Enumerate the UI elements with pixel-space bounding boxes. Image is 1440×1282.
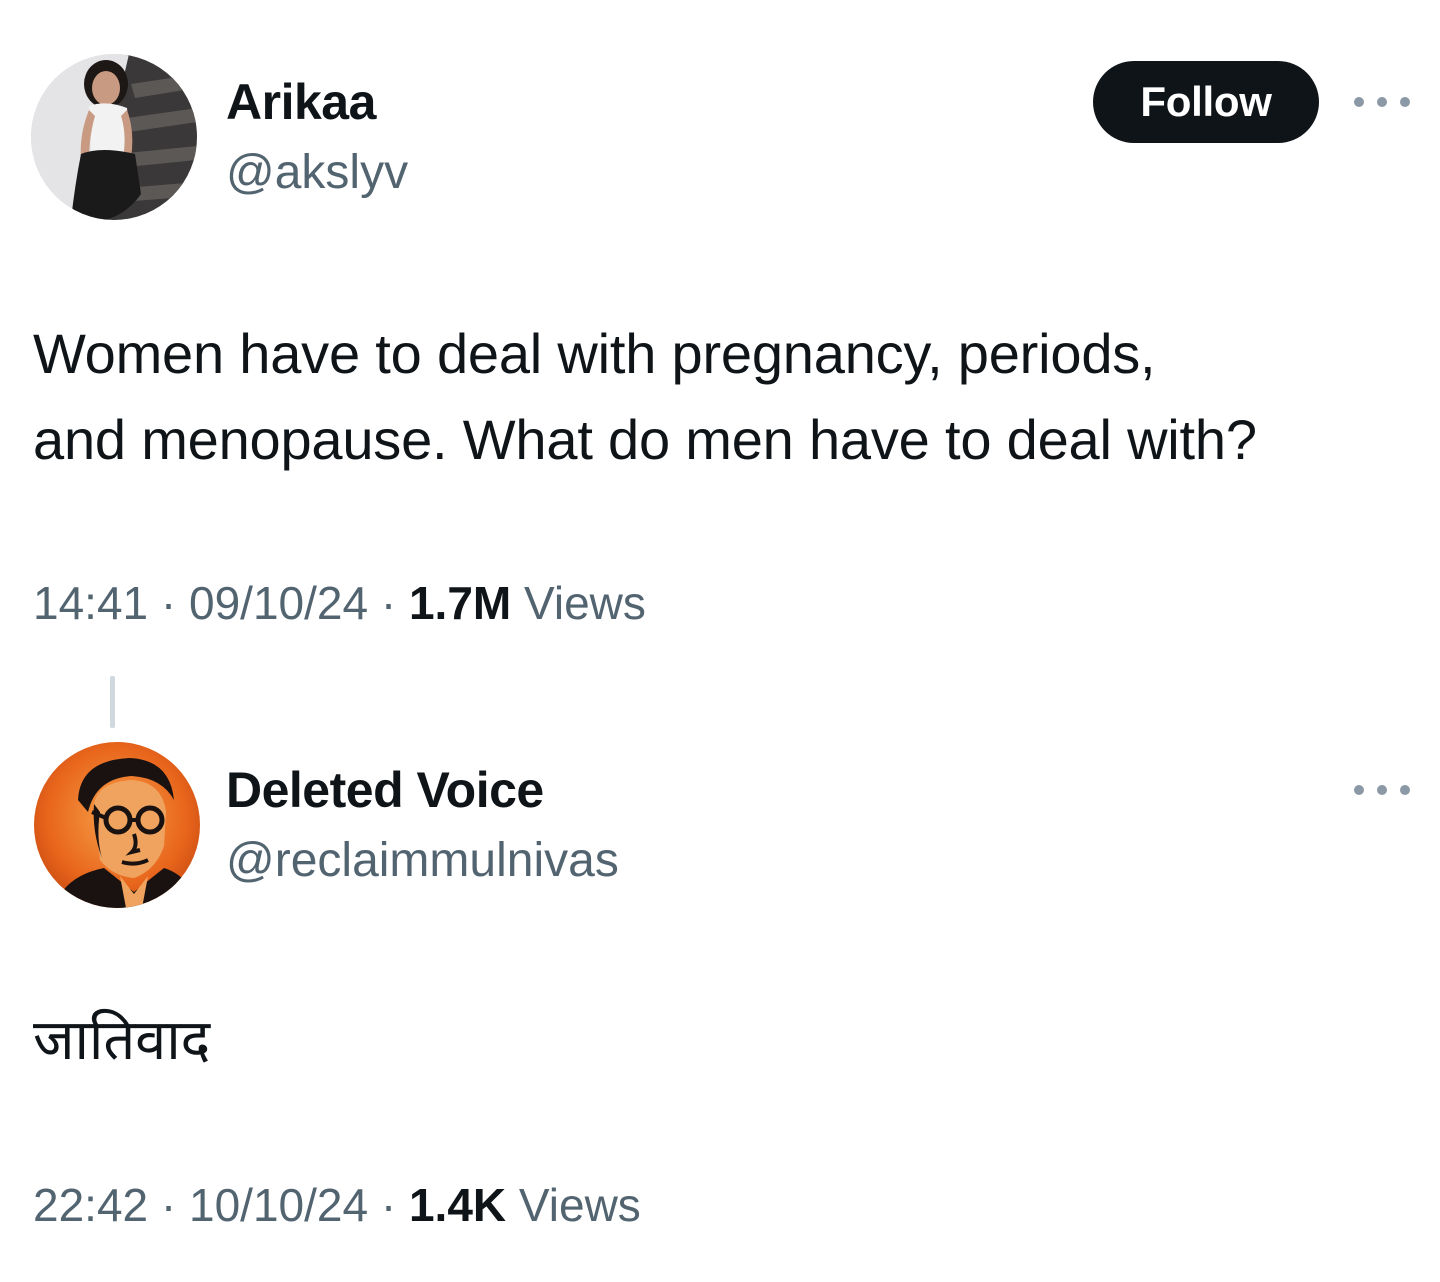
avatar-deleted-voice[interactable] bbox=[34, 742, 200, 908]
views-count: 1.4K bbox=[408, 1179, 507, 1231]
tweet-meta: 22:42 · 10/10/24 · 1.4K Views bbox=[33, 1177, 641, 1233]
display-name[interactable]: Arikaa bbox=[226, 72, 376, 132]
tweet-meta: 14:41 · 09/10/24 · 1.7M Views bbox=[33, 575, 646, 631]
tweet-text-line: and menopause. What do men have to deal … bbox=[33, 408, 1257, 471]
tweet-time[interactable]: 14:41 bbox=[33, 577, 148, 629]
views-count: 1.7M bbox=[408, 577, 512, 629]
views-label: Views bbox=[518, 1179, 641, 1231]
user-handle[interactable]: @akslyv bbox=[226, 144, 408, 202]
thread-connector-line bbox=[110, 676, 115, 728]
views-label: Views bbox=[524, 577, 646, 629]
profile-photo-icon bbox=[31, 54, 197, 220]
tweet-date[interactable]: 09/10/24 bbox=[189, 577, 368, 629]
separator: · bbox=[160, 1179, 177, 1231]
avatar-arikaa[interactable] bbox=[31, 54, 197, 220]
more-options-icon[interactable] bbox=[1354, 92, 1410, 112]
follow-button[interactable]: Follow bbox=[1093, 61, 1319, 143]
tweet-time[interactable]: 22:42 bbox=[33, 1179, 148, 1231]
profile-portrait-icon bbox=[34, 742, 200, 908]
separator: · bbox=[160, 577, 177, 629]
tweet-date[interactable]: 10/10/24 bbox=[189, 1179, 368, 1231]
more-options-icon[interactable] bbox=[1354, 780, 1410, 800]
separator: · bbox=[380, 577, 397, 629]
separator: · bbox=[380, 1179, 397, 1231]
user-handle[interactable]: @reclaimmulnivas bbox=[226, 832, 619, 890]
tweet-text-line: जातिवाद bbox=[33, 1008, 211, 1071]
display-name[interactable]: Deleted Voice bbox=[226, 760, 544, 820]
tweet-text-line: Women have to deal with pregnancy, perio… bbox=[33, 322, 1156, 385]
